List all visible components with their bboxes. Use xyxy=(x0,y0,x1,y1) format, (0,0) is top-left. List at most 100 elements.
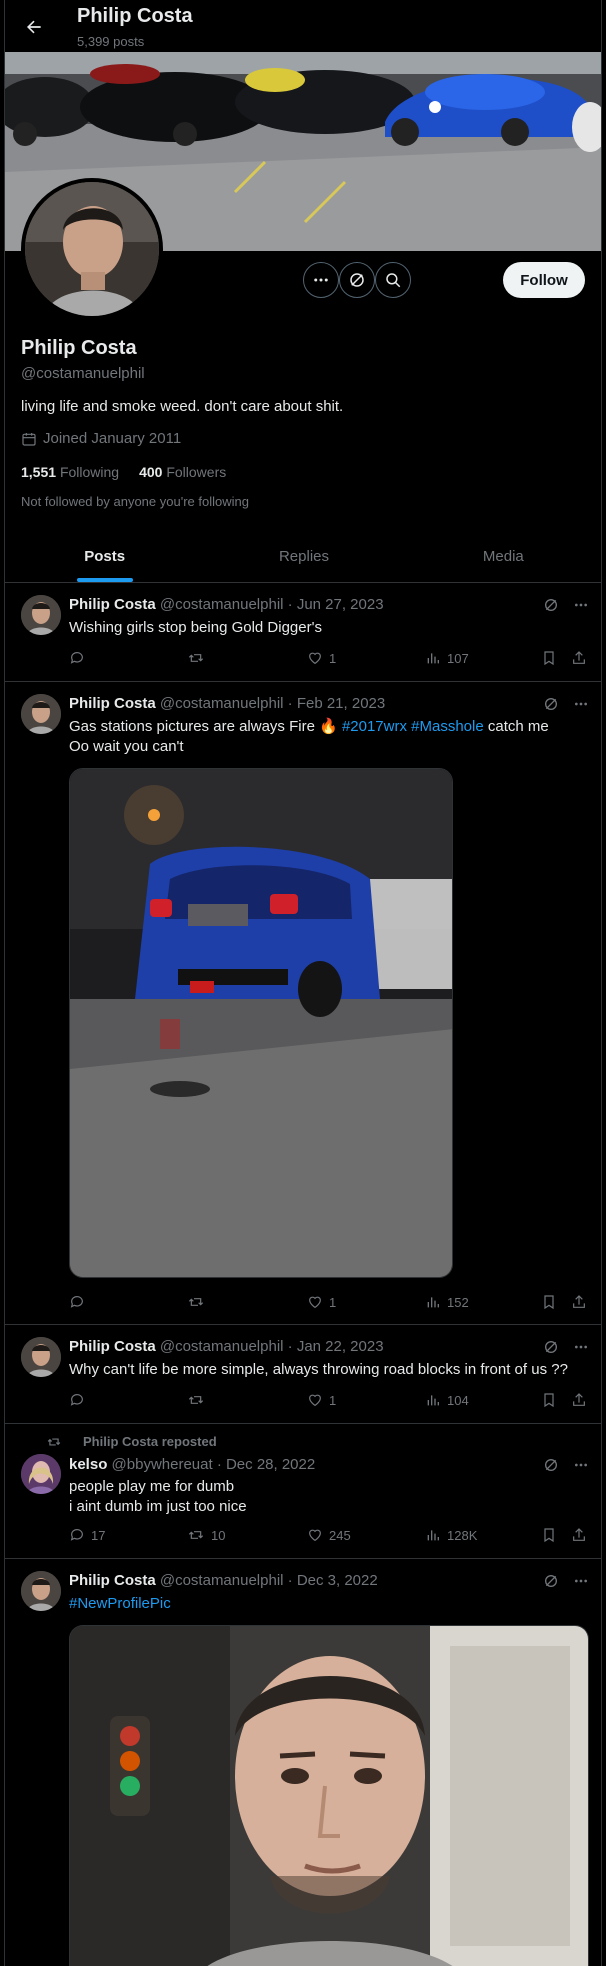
heart-icon xyxy=(309,652,321,665)
more-icon[interactable] xyxy=(573,1457,589,1473)
bookmark-icon xyxy=(544,1393,554,1408)
like-button[interactable]: 1 xyxy=(307,650,336,666)
bookmark-button[interactable] xyxy=(541,1294,557,1310)
views-button[interactable]: 104 xyxy=(425,1392,469,1408)
grok-icon[interactable] xyxy=(543,1573,559,1589)
bookmark-button[interactable] xyxy=(541,650,557,666)
grok-icon[interactable] xyxy=(543,696,559,712)
hashtag-link[interactable]: #2017wrx xyxy=(342,718,407,735)
repost-button[interactable]: 10 xyxy=(187,1527,225,1543)
back-button[interactable] xyxy=(17,10,51,44)
reply-button[interactable] xyxy=(69,1294,91,1310)
grok-icon[interactable] xyxy=(543,1339,559,1355)
author-meta[interactable]: @costamanuelphil · Jan 22, 2023 xyxy=(160,1338,384,1355)
post-actions: 1 104 xyxy=(69,1392,589,1412)
reply-button[interactable] xyxy=(69,1392,91,1408)
post-image[interactable] xyxy=(69,1625,589,1966)
post-text: Wishing girls stop being Gold Digger's xyxy=(69,619,322,636)
followers-label: Followers xyxy=(166,464,227,480)
repost-button[interactable] xyxy=(187,1392,211,1408)
profile-avatar[interactable] xyxy=(21,178,163,320)
hashtag-link[interactable]: #NewProfilePic xyxy=(69,1595,171,1612)
more-icon[interactable] xyxy=(573,1573,589,1589)
bookmark-button[interactable] xyxy=(541,1392,557,1408)
post-avatar[interactable] xyxy=(21,1571,61,1611)
share-icon xyxy=(573,1528,585,1541)
tab-media[interactable]: Media xyxy=(404,530,601,582)
views-button[interactable]: 152 xyxy=(425,1294,469,1310)
post-avatar[interactable] xyxy=(21,1454,61,1494)
repost-icon xyxy=(47,1438,61,1445)
views-icon xyxy=(427,1395,439,1406)
views-button[interactable]: 128K xyxy=(425,1527,477,1543)
repost-indicator-text[interactable]: Philip Costa reposted xyxy=(83,1434,217,1449)
like-button[interactable]: 1 xyxy=(307,1294,336,1310)
author-name[interactable]: Philip Costa xyxy=(69,596,156,613)
reply-icon xyxy=(70,652,83,664)
post-avatar[interactable] xyxy=(21,694,61,734)
share-button[interactable] xyxy=(571,1392,587,1408)
repost-icon xyxy=(188,1531,204,1539)
post-image[interactable] xyxy=(69,768,453,1278)
bookmark-button[interactable] xyxy=(541,1527,557,1543)
share-button[interactable] xyxy=(571,1527,587,1543)
search-profile-button[interactable] xyxy=(375,262,411,298)
followers-link[interactable]: 400 Followers xyxy=(139,464,226,480)
author-meta[interactable]: @costamanuelphil · Feb 21, 2023 xyxy=(160,695,385,712)
share-icon xyxy=(573,651,585,664)
grok-icon[interactable] xyxy=(543,1457,559,1473)
post-header: Philip Costa @costamanuelphil · Dec 3, 2… xyxy=(69,1572,378,1589)
post-top-icons xyxy=(543,597,589,613)
post-actions: 1 152 xyxy=(69,1294,589,1314)
more-options-button[interactable] xyxy=(303,262,339,298)
share-button[interactable] xyxy=(571,1294,587,1310)
heart-icon xyxy=(309,1394,321,1407)
more-icon[interactable] xyxy=(573,1339,589,1355)
post[interactable]: Philip Costa @costamanuelphil · Dec 3, 2… xyxy=(5,1559,601,1966)
author-name[interactable]: Philip Costa xyxy=(69,695,156,712)
author-meta[interactable]: @costamanuelphil · Jun 27, 2023 xyxy=(160,596,384,613)
reply-button[interactable]: 17 xyxy=(69,1527,105,1543)
joined-date: Joined January 2011 xyxy=(21,430,181,447)
author-name[interactable]: kelso xyxy=(69,1456,107,1473)
views-icon xyxy=(427,1530,439,1541)
header-name: Philip Costa xyxy=(77,5,193,27)
reply-button[interactable] xyxy=(69,650,91,666)
more-icon[interactable] xyxy=(573,597,589,613)
more-icon[interactable] xyxy=(573,696,589,712)
grok-button[interactable] xyxy=(339,262,375,298)
post-avatar[interactable] xyxy=(21,595,61,635)
post-text: Why can't life be more simple, always th… xyxy=(69,1361,568,1378)
post-repost[interactable]: Philip Costa reposted kelso @bbywhereuat… xyxy=(5,1424,601,1559)
following-count: 1,551 xyxy=(21,464,57,480)
repost-icon xyxy=(188,1396,204,1404)
repost-button[interactable] xyxy=(187,650,211,666)
author-name[interactable]: Philip Costa xyxy=(69,1572,156,1589)
post[interactable]: Philip Costa @costamanuelphil · Feb 21, … xyxy=(5,682,601,1325)
views-button[interactable]: 107 xyxy=(425,650,469,666)
post[interactable]: Philip Costa @costamanuelphil · Jun 27, … xyxy=(5,583,601,682)
repost-button[interactable] xyxy=(187,1294,211,1310)
author-meta[interactable]: @costamanuelphil · Dec 3, 2022 xyxy=(160,1572,378,1589)
post[interactable]: Philip Costa @costamanuelphil · Jan 22, … xyxy=(5,1325,601,1424)
tab-replies[interactable]: Replies xyxy=(204,530,403,582)
joined-text: Joined January 2011 xyxy=(43,430,182,447)
view-count: 152 xyxy=(447,1294,469,1310)
like-count: 1 xyxy=(329,1392,337,1408)
hashtag-link[interactable]: #Masshole xyxy=(411,718,484,735)
repost-count: 10 xyxy=(211,1527,226,1543)
profile-name: Philip Costa xyxy=(21,337,137,359)
author-meta[interactable]: @bbywhereuat · Dec 28, 2022 xyxy=(112,1456,316,1473)
post-top-icons xyxy=(543,1573,589,1589)
grok-icon[interactable] xyxy=(543,597,559,613)
post-avatar[interactable] xyxy=(21,1337,61,1377)
author-name[interactable]: Philip Costa xyxy=(69,1338,156,1355)
like-button[interactable]: 245 xyxy=(307,1527,351,1543)
follow-button[interactable]: Follow xyxy=(503,262,585,298)
post-actions: 17 10 245 128K xyxy=(69,1527,589,1547)
share-button[interactable] xyxy=(571,650,587,666)
bookmark-icon xyxy=(544,651,554,666)
following-link[interactable]: 1,551 Following xyxy=(21,464,119,480)
like-button[interactable]: 1 xyxy=(307,1392,336,1408)
tab-posts[interactable]: Posts xyxy=(5,530,204,582)
